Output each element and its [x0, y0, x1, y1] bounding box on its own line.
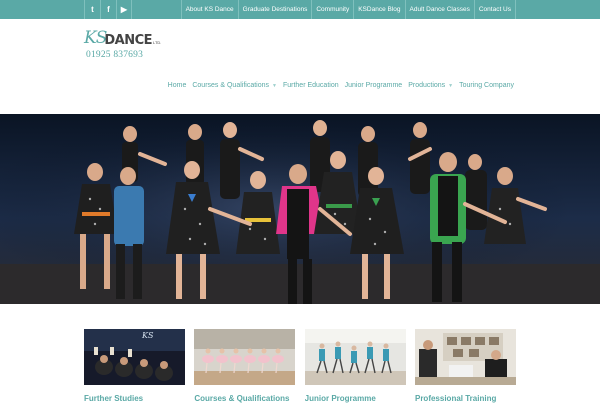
svg-text:KS: KS: [141, 331, 154, 340]
caption-courses-qualifications[interactable]: Courses & Qualifications: [194, 394, 295, 403]
logo-ks: KS: [84, 28, 107, 48]
main-nav-further-education-label: Further Education: [282, 82, 339, 89]
hero-image: [0, 114, 600, 304]
main-nav-home[interactable]: Home: [168, 82, 187, 89]
main-nav-productions-label: Productions: [408, 82, 446, 89]
thumb-studio-photo: [304, 329, 406, 385]
main-nav-courses[interactable]: Courses & Qualifications ▼: [192, 82, 277, 89]
main-nav: Home Courses & Qualifications ▼ Further E…: [162, 82, 514, 89]
main-nav-home-label: Home: [167, 82, 187, 89]
logo-ltd: LTD.: [153, 40, 162, 45]
top-nav-community[interactable]: Community: [311, 0, 353, 19]
caption-junior-programme[interactable]: Junior Programme: [305, 394, 406, 403]
phone-number: 01925 837693: [86, 50, 144, 60]
thumb-captions: Further Studies Courses & Qualifications…: [84, 394, 516, 403]
chevron-down-icon: ▼: [272, 82, 277, 89]
top-nav: About KS Dance Graduate Destinations Com…: [180, 0, 516, 19]
thumb-office-photo: [414, 329, 516, 385]
top-bar: t f ▶ About KS Dance Graduate Destinatio…: [0, 0, 600, 19]
top-nav-about[interactable]: About KS Dance: [180, 0, 238, 19]
thumb-professional-training[interactable]: [414, 329, 516, 385]
main-nav-touring-company-label: Touring Company: [459, 82, 514, 89]
top-nav-graduate-destinations[interactable]: Graduate Destinations: [237, 0, 312, 19]
youtube-icon[interactable]: ▶: [116, 0, 132, 19]
thumb-audience-photo: KS: [84, 329, 185, 385]
thumb-junior-programme[interactable]: [304, 329, 406, 385]
twitter-icon[interactable]: t: [84, 0, 100, 19]
main-nav-productions[interactable]: Productions ▼: [408, 82, 453, 89]
main-nav-touring-company[interactable]: Touring Company: [459, 82, 514, 89]
main-nav-junior-programme-label: Junior Programme: [344, 82, 403, 89]
top-nav-adult-classes[interactable]: Adult Dance Classes: [404, 0, 474, 19]
top-nav-blog[interactable]: KSDance Blog: [353, 0, 404, 19]
caption-professional-training[interactable]: Professional Training: [415, 394, 516, 403]
top-nav-contact[interactable]: Contact Us: [473, 0, 516, 19]
main-nav-further-education[interactable]: Further Education: [283, 82, 339, 89]
thumb-courses-qualifications[interactable]: [194, 329, 296, 385]
feature-thumbnails: KS: [84, 329, 516, 385]
hero-dancers-photo: [0, 114, 600, 304]
caption-further-studies[interactable]: Further Studies: [84, 394, 185, 403]
facebook-icon[interactable]: f: [100, 0, 116, 19]
logo-mark: KS DANCE LTD.: [84, 26, 161, 48]
main-nav-junior-programme[interactable]: Junior Programme: [345, 82, 403, 89]
site-logo[interactable]: KS DANCE LTD. 01925 837693: [84, 26, 161, 60]
chevron-down-icon: ▼: [448, 82, 454, 89]
main-nav-courses-label: Courses & Qualifications: [192, 82, 270, 89]
logo-dance: DANCE: [104, 33, 153, 48]
thumb-ballet-photo: [194, 329, 296, 385]
social-links: t f ▶: [84, 0, 132, 19]
thumb-further-studies[interactable]: KS: [84, 329, 185, 385]
